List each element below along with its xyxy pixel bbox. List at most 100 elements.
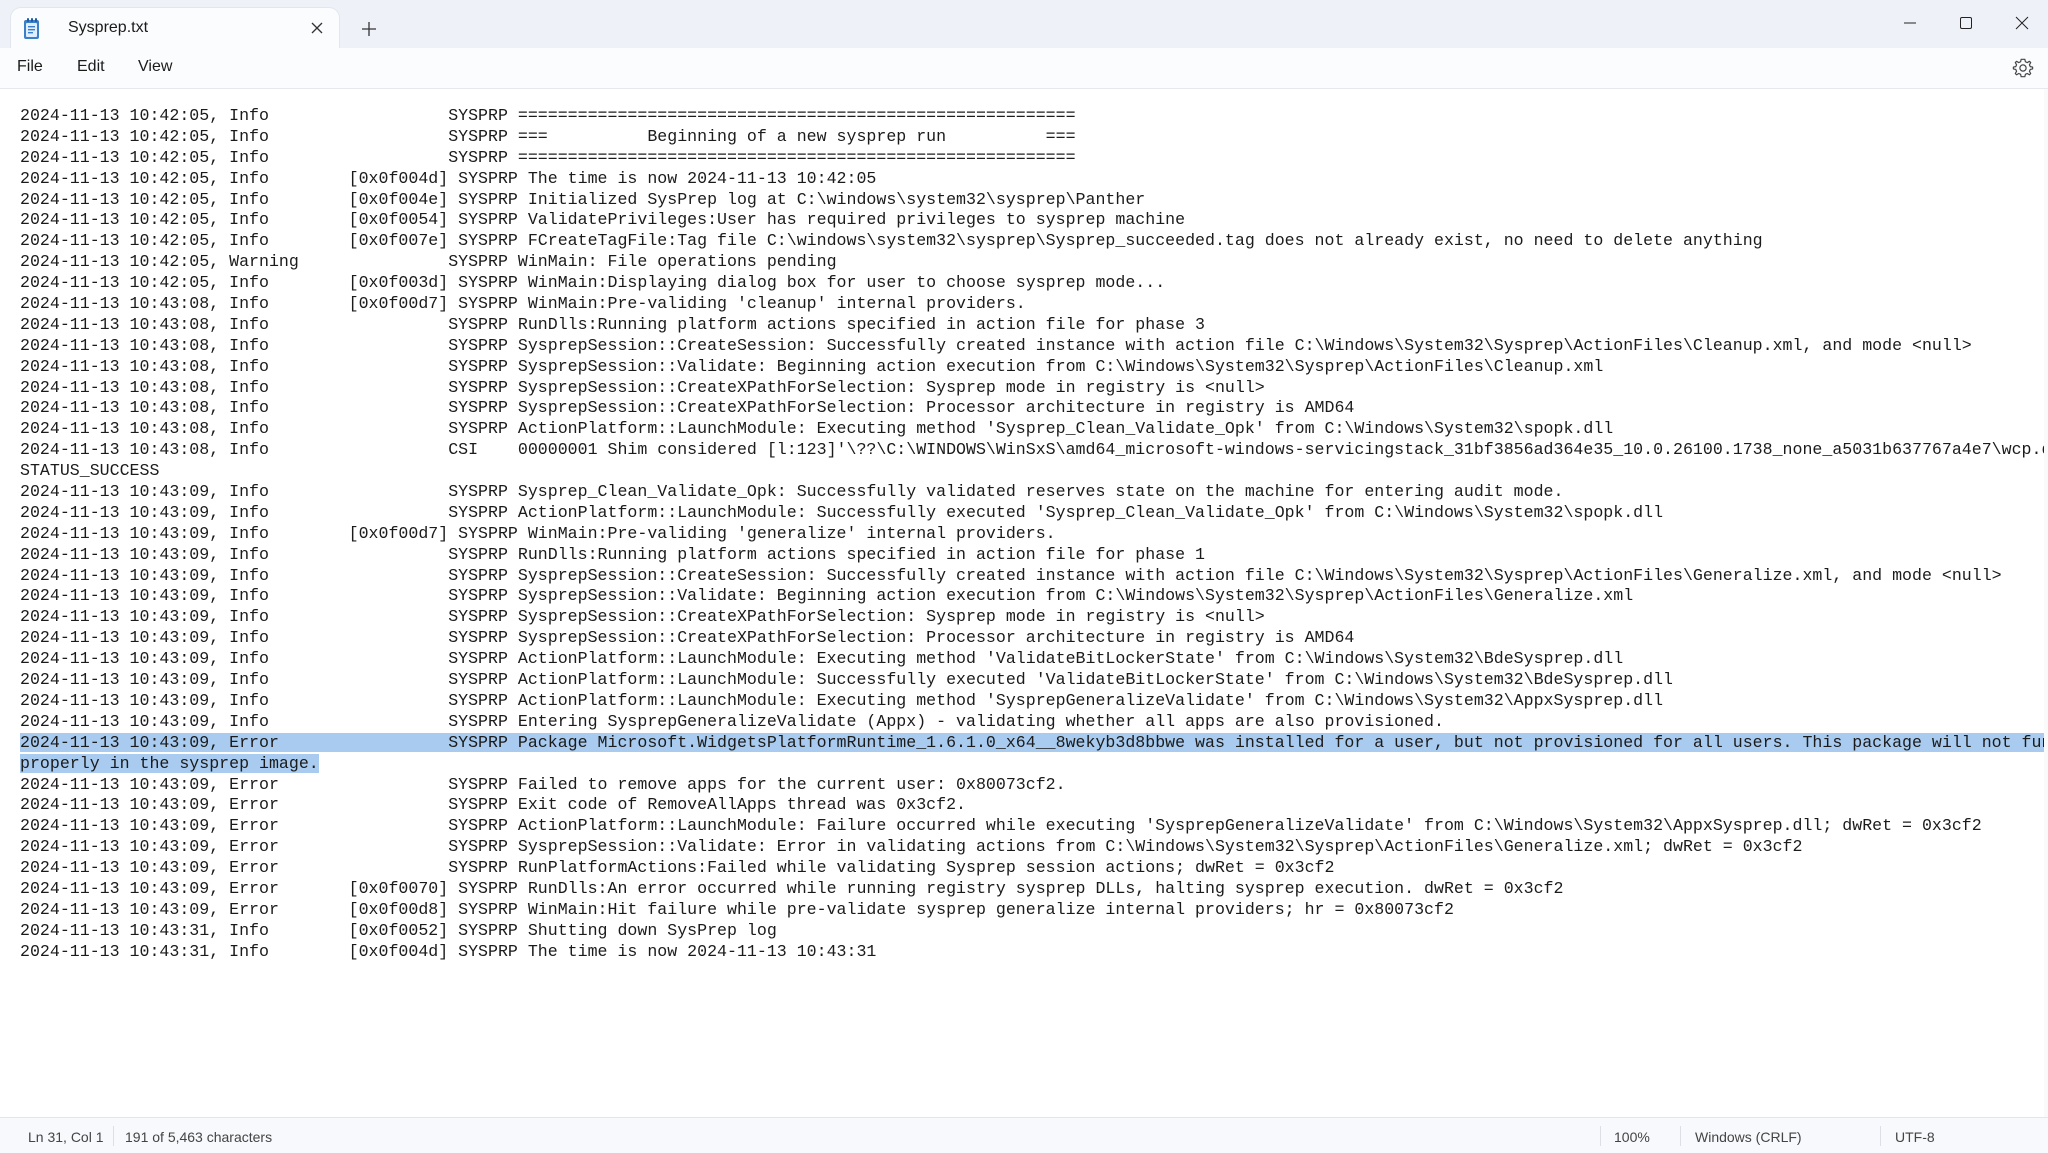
line-text: properly in the sysprep image. <box>20 753 319 773</box>
text-line: 2024-11-13 10:42:05, Info SYSPRP =======… <box>20 106 2048 127</box>
menu-bar: File Edit View <box>0 48 2048 89</box>
text-line: 2024-11-13 10:43:09, Info SYSPRP ActionP… <box>20 649 2048 670</box>
status-divider <box>1880 1126 1881 1146</box>
text-line: 2024-11-13 10:43:31, Info [0x0f0052] SYS… <box>20 921 2048 942</box>
text-line: 2024-11-13 10:43:09, Error SYSPRP RunPla… <box>20 858 2048 879</box>
status-divider <box>1600 1126 1601 1146</box>
line-text: 2024-11-13 10:43:09, Error SYSPRP Exit c… <box>20 795 966 815</box>
line-text: 2024-11-13 10:43:08, Info SYSPRP ActionP… <box>20 419 1614 439</box>
text-editor[interactable]: 2024-11-13 10:42:05, Info SYSPRP =======… <box>0 89 2048 1117</box>
text-line: 2024-11-13 10:43:09, Info SYSPRP Sysprep… <box>20 607 2048 628</box>
line-text: 2024-11-13 10:43:09, Info SYSPRP Sysprep… <box>20 586 1634 606</box>
line-text: 2024-11-13 10:42:05, Warning SYSPRP WinM… <box>20 252 837 272</box>
text-line: 2024-11-13 10:43:08, Info SYSPRP Sysprep… <box>20 398 2048 419</box>
line-text: 2024-11-13 10:43:31, Info [0x0f004d] SYS… <box>20 941 877 961</box>
gear-icon[interactable] <box>2012 57 2034 79</box>
line-text: 2024-11-13 10:43:09, Error SYSPRP RunPla… <box>20 858 1335 878</box>
text-line: 2024-11-13 10:43:09, Error [0x0f00d8] SY… <box>20 900 2048 921</box>
line-text: 2024-11-13 10:43:08, Info SYSPRP Sysprep… <box>20 398 1355 418</box>
menu-file[interactable]: File <box>17 58 43 76</box>
menu-edit[interactable]: Edit <box>77 58 105 76</box>
line-ending[interactable]: Windows (CRLF) <box>1695 1129 1802 1145</box>
line-text: 2024-11-13 10:43:08, Info [0x0f00d7] SYS… <box>20 294 1026 314</box>
text-line: 2024-11-13 10:43:09, Info [0x0f00d7] SYS… <box>20 524 2048 545</box>
line-text: 2024-11-13 10:43:08, Info CSI 00000001 S… <box>20 440 2048 460</box>
line-text: 2024-11-13 10:43:08, Info SYSPRP Sysprep… <box>20 377 1265 397</box>
line-text: 2024-11-13 10:43:09, Error SYSPRP Syspre… <box>20 837 1803 857</box>
title-bar: Sysprep.txt <box>0 0 2048 48</box>
close-window-button[interactable] <box>1992 5 2048 41</box>
notepad-icon <box>21 17 43 41</box>
line-text: 2024-11-13 10:42:05, Info [0x0f003d] SYS… <box>20 273 1166 293</box>
text-line: 2024-11-13 10:43:09, Info SYSPRP ActionP… <box>20 670 2048 691</box>
line-text: 2024-11-13 10:43:09, Error SYSPRP Failed… <box>20 774 1066 794</box>
line-text: STATUS_SUCCESS <box>20 461 160 481</box>
text-line: 2024-11-13 10:42:05, Warning SYSPRP WinM… <box>20 252 2048 273</box>
cursor-position: Ln 31, Col 1 <box>28 1129 104 1145</box>
line-text: 2024-11-13 10:42:05, Info SYSPRP =======… <box>20 147 1076 167</box>
text-line: 2024-11-13 10:43:09, Error SYSPRP Failed… <box>20 775 2048 796</box>
text-line: 2024-11-13 10:42:05, Info SYSPRP === Beg… <box>20 127 2048 148</box>
text-line: 2024-11-13 10:42:05, Info [0x0f004e] SYS… <box>20 190 2048 211</box>
line-text: 2024-11-13 10:43:31, Info [0x0f0052] SYS… <box>20 920 777 940</box>
line-text: 2024-11-13 10:43:09, Error [0x0f0070] SY… <box>20 878 1564 898</box>
line-text: 2024-11-13 10:42:05, Info [0x0f0054] SYS… <box>20 210 1186 230</box>
line-text: 2024-11-13 10:43:09, Error SYSPRP Action… <box>20 816 1982 836</box>
line-text: 2024-11-13 10:42:05, Info SYSPRP === Beg… <box>20 126 1076 146</box>
text-line: 2024-11-13 10:43:08, Info SYSPRP RunDlls… <box>20 315 2048 336</box>
text-line: 2024-11-13 10:42:05, Info [0x0f004d] SYS… <box>20 169 2048 190</box>
text-line: 2024-11-13 10:43:09, Error SYSPRP Syspre… <box>20 837 2048 858</box>
line-text: 2024-11-13 10:43:09, Info SYSPRP Sysprep… <box>20 607 1265 627</box>
text-line: 2024-11-13 10:43:09, Info SYSPRP Sysprep… <box>20 586 2048 607</box>
selection-count: 191 of 5,463 characters <box>125 1129 273 1145</box>
text-line: 2024-11-13 10:43:09, Info SYSPRP ActionP… <box>20 691 2048 712</box>
tab-title: Sysprep.txt <box>68 19 149 36</box>
line-text: 2024-11-13 10:43:08, Info SYSPRP RunDlls… <box>20 314 1205 334</box>
line-text: 2024-11-13 10:43:08, Info SYSPRP Sysprep… <box>20 335 1972 355</box>
text-line: 2024-11-13 10:43:08, Info SYSPRP ActionP… <box>20 419 2048 440</box>
line-text: 2024-11-13 10:42:05, Info SYSPRP =======… <box>20 106 1076 125</box>
text-line: 2024-11-13 10:43:09, Error SYSPRP Action… <box>20 816 2048 837</box>
line-text: 2024-11-13 10:43:08, Info SYSPRP Sysprep… <box>20 356 1604 376</box>
text-line: properly in the sysprep image. <box>20 753 2048 775</box>
editor-lines: 2024-11-13 10:42:05, Info SYSPRP =======… <box>20 106 2048 963</box>
maximize-button[interactable] <box>1936 5 1996 41</box>
text-line: 2024-11-13 10:43:09, Info SYSPRP ActionP… <box>20 503 2048 524</box>
text-line: 2024-11-13 10:43:09, Info SYSPRP RunDlls… <box>20 545 2048 566</box>
line-text: 2024-11-13 10:43:09, Error [0x0f00d8] SY… <box>20 899 1454 919</box>
menu-view[interactable]: View <box>138 58 172 76</box>
encoding[interactable]: UTF-8 <box>1895 1129 1935 1145</box>
text-line: STATUS_SUCCESS <box>20 461 2048 482</box>
vertical-scrollbar[interactable] <box>2044 89 2048 1117</box>
maximize-icon <box>1960 17 1972 29</box>
text-line: 2024-11-13 10:43:09, Error SYSPRP Packag… <box>20 732 2048 754</box>
status-divider <box>1680 1126 1681 1146</box>
text-line: 2024-11-13 10:43:09, Error SYSPRP Exit c… <box>20 795 2048 816</box>
line-text: 2024-11-13 10:43:09, Info SYSPRP Enterin… <box>20 711 1444 731</box>
close-tab-icon[interactable] <box>309 20 325 36</box>
line-text: 2024-11-13 10:43:09, Info SYSPRP Sysprep… <box>20 482 1564 502</box>
text-line: 2024-11-13 10:43:08, Info CSI 00000001 S… <box>20 440 2048 461</box>
text-line: 2024-11-13 10:43:08, Info [0x0f00d7] SYS… <box>20 294 2048 315</box>
line-text: 2024-11-13 10:43:09, Info SYSPRP ActionP… <box>20 690 1664 710</box>
line-text: 2024-11-13 10:43:09, Info SYSPRP Sysprep… <box>20 565 2002 585</box>
text-line: 2024-11-13 10:43:09, Info SYSPRP Sysprep… <box>20 482 2048 503</box>
text-line: 2024-11-13 10:43:09, Info SYSPRP Sysprep… <box>20 566 2048 587</box>
text-line: 2024-11-13 10:42:05, Info SYSPRP =======… <box>20 148 2048 169</box>
line-text: 2024-11-13 10:43:09, Error SYSPRP Packag… <box>20 732 2048 752</box>
zoom-level[interactable]: 100% <box>1614 1129 1650 1145</box>
text-line: 2024-11-13 10:43:09, Info SYSPRP Enterin… <box>20 712 2048 733</box>
status-divider <box>113 1126 114 1146</box>
line-text: 2024-11-13 10:43:09, Info [0x0f00d7] SYS… <box>20 523 1056 543</box>
plus-icon[interactable] <box>360 20 378 38</box>
minimize-button[interactable] <box>1880 5 1940 41</box>
text-line: 2024-11-13 10:42:05, Info [0x0f0054] SYS… <box>20 210 2048 231</box>
line-text: 2024-11-13 10:43:09, Info SYSPRP Sysprep… <box>20 628 1355 648</box>
text-line: 2024-11-13 10:43:31, Info [0x0f004d] SYS… <box>20 942 2048 963</box>
tab-sysprep[interactable]: Sysprep.txt <box>11 8 339 48</box>
line-text: 2024-11-13 10:42:05, Info [0x0f004e] SYS… <box>20 189 1146 209</box>
text-line: 2024-11-13 10:42:05, Info [0x0f007e] SYS… <box>20 231 2048 252</box>
line-text: 2024-11-13 10:42:05, Info [0x0f004d] SYS… <box>20 168 877 188</box>
text-line: 2024-11-13 10:43:08, Info SYSPRP Sysprep… <box>20 378 2048 399</box>
text-line: 2024-11-13 10:43:09, Error [0x0f0070] SY… <box>20 879 2048 900</box>
